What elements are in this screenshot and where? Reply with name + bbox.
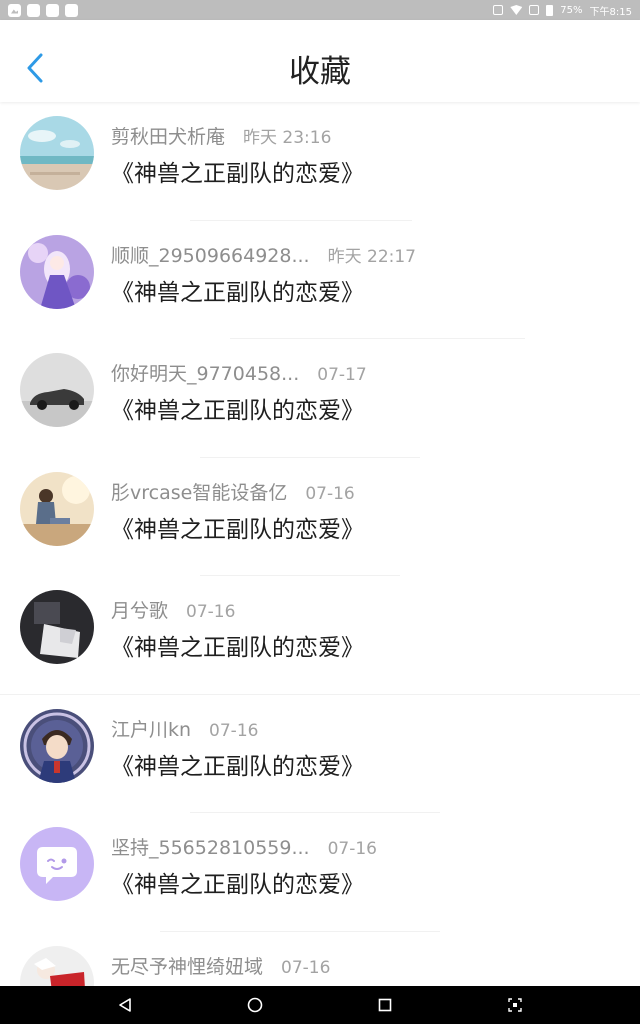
user-name[interactable]: 你好明天_9770458... [111,363,299,385]
default-chat-avatar[interactable] [20,827,94,901]
anime-girl-avatar[interactable] [20,234,94,309]
user-name[interactable]: 江户川kn [111,719,191,741]
car-avatar[interactable] [20,353,94,427]
list-item[interactable]: 江户川kn 07-16 《神兽之正副队的恋爱》 [0,695,640,813]
gallery-icon [8,3,21,17]
detective-avatar[interactable] [20,708,94,783]
status-bar: 75% 下午8:15 [0,0,640,20]
notification-icon [46,3,59,17]
user-name[interactable]: 肜vrcase智能设备亿 [111,482,287,504]
beach-avatar[interactable] [20,116,94,190]
list-item[interactable]: 剪秋田犬析庵 昨天 23:16 《神兽之正副队的恋爱》 [0,102,640,221]
book-title[interactable]: 《神兽之正副队的恋爱》 [111,628,364,662]
book-title[interactable]: 《神兽之正副队的恋爱》 [111,747,364,781]
favorite-meta: 月兮歌 07-16 [111,596,235,623]
user-name[interactable]: 无尽予神悝绮妞域 [111,956,263,978]
list-item[interactable]: 你好明天_9770458... 07-17 《神兽之正副队的恋爱》 [0,339,640,458]
clock: 下午8:15 [589,6,632,18]
nav-recents-button[interactable] [374,994,396,1016]
user-name[interactable]: 坚持_55652810559... [111,837,310,859]
favorite-meta: 你好明天_9770458... 07-17 [111,359,367,386]
square-recents-icon [378,998,392,1012]
timestamp: 07-16 [327,839,377,859]
favorite-meta: 肜vrcase智能设备亿 07-16 [111,478,355,505]
system-nav-bar [0,986,640,1024]
book-title[interactable]: 《神兽之正副队的恋爱》 [111,510,364,544]
list-item[interactable]: 月兮歌 07-16 《神兽之正副队的恋爱》 [0,576,640,695]
timestamp: 07-17 [317,365,367,385]
battery-icon [546,4,554,16]
status-notifications [8,3,78,17]
timestamp: 07-16 [209,720,259,741]
favorites-list: 剪秋田犬析庵 昨天 23:16 《神兽之正副队的恋爱》 顺顺_2950966492… [0,102,640,1024]
notification-icon [65,3,78,17]
book-title[interactable]: 《神兽之正副队的恋爱》 [111,273,364,307]
favorite-meta: 顺顺_29509664928... 昨天 22:17 [111,241,416,268]
favorite-meta: 坚持_55652810559... 07-16 [111,833,377,860]
favorite-meta: 无尽予神悝绮妞域 07-16 [111,952,330,979]
favorite-meta: 剪秋田犬析庵 昨天 23:16 [111,122,331,149]
favorite-meta: 江户川kn 07-16 [111,715,258,742]
book-title[interactable]: 《神兽之正副队的恋爱》 [111,154,364,188]
wifi-icon [510,5,523,15]
vibrate-icon [493,5,504,15]
status-indicators: 75% 下午8:15 [493,3,632,18]
timestamp: 07-16 [186,602,236,622]
page-title: 收藏 [289,54,351,90]
circle-home-icon [247,997,263,1013]
triangle-back-icon [119,998,131,1012]
book-title[interactable]: 《神兽之正副队的恋爱》 [111,391,364,425]
list-item[interactable]: 肜vrcase智能设备亿 07-16 《神兽之正副队的恋爱》 [0,458,640,576]
nav-home-button[interactable] [244,994,266,1016]
notification-icon [27,3,40,17]
screenshot-icon [508,998,522,1012]
timestamp: 昨天 22:17 [327,246,416,267]
nav-screenshot-button[interactable] [504,994,526,1016]
nav-back-button[interactable] [114,994,136,1016]
user-name[interactable]: 月兮歌 [111,600,168,622]
timestamp: 07-16 [305,483,355,504]
hand-avatar[interactable] [20,590,94,664]
sitting-person-avatar[interactable] [20,471,94,546]
list-item[interactable]: 顺顺_29509664928... 昨天 22:17 《神兽之正副队的恋爱》 [0,221,640,339]
book-title[interactable]: 《神兽之正副队的恋爱》 [111,865,364,899]
user-name[interactable]: 剪秋田犬析庵 [111,126,225,148]
timestamp: 07-16 [281,957,331,978]
user-name[interactable]: 顺顺_29509664928... [111,245,310,267]
sim-icon [529,5,540,15]
list-item[interactable]: 坚持_55652810559... 07-16 《神兽之正副队的恋爱》 [0,813,640,932]
app-header: 收藏 [0,20,640,102]
battery-level: 75% [560,4,583,16]
timestamp: 昨天 23:16 [243,128,332,148]
